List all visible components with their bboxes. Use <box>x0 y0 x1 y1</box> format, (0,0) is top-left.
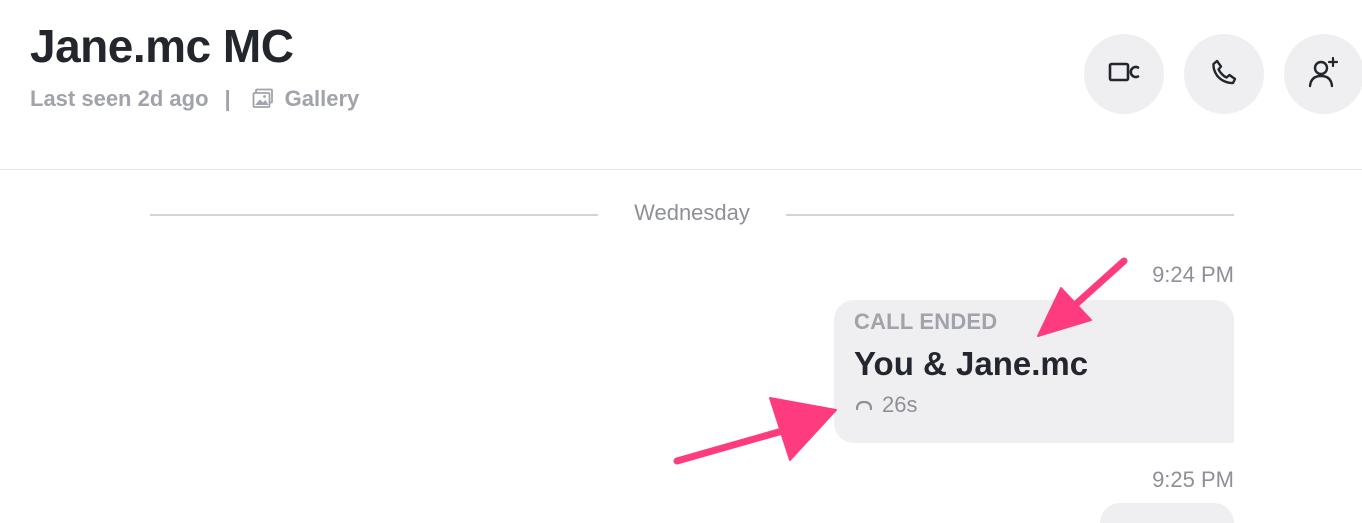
phone-icon <box>1209 57 1239 92</box>
call-summary-bubble[interactable]: CALL ENDED You & Jane.mc 26s <box>834 300 1234 443</box>
voice-call-button[interactable] <box>1184 34 1264 114</box>
day-divider-line-right <box>786 214 1234 216</box>
arrow-pointing-call-duration <box>673 397 837 465</box>
last-seen-status: Last seen 2d ago <box>30 86 209 111</box>
gallery-label: Gallery <box>284 86 360 111</box>
chat-header: Jane.mc MC Last seen 2d ago | Gallery <box>0 0 1362 170</box>
day-divider-label: Wednesday <box>634 200 750 225</box>
call-duration-row: 26s <box>854 392 1234 418</box>
contact-name[interactable]: Jane.mc MC <box>30 18 294 74</box>
video-camera-icon <box>1107 59 1141 90</box>
add-person-icon <box>1307 55 1341 94</box>
gallery-link[interactable]: Gallery <box>251 86 360 112</box>
message-timestamp: 9:25 PM <box>1152 467 1234 492</box>
call-status-label: CALL ENDED <box>854 309 998 334</box>
call-participants: You & Jane.mc <box>854 345 1089 382</box>
day-divider-line-left <box>150 214 598 216</box>
video-call-button[interactable] <box>1084 34 1164 114</box>
gallery-icon <box>251 87 275 111</box>
phone-hangup-icon <box>854 398 874 412</box>
message-bubble[interactable] <box>1100 503 1234 523</box>
message-timestamp: 9:24 PM <box>1152 262 1234 287</box>
call-duration: 26s <box>882 392 918 417</box>
contact-subtitle: Last seen 2d ago | Gallery <box>30 84 359 114</box>
subtitle-separator: | <box>224 86 231 111</box>
add-participant-button[interactable] <box>1284 34 1362 114</box>
